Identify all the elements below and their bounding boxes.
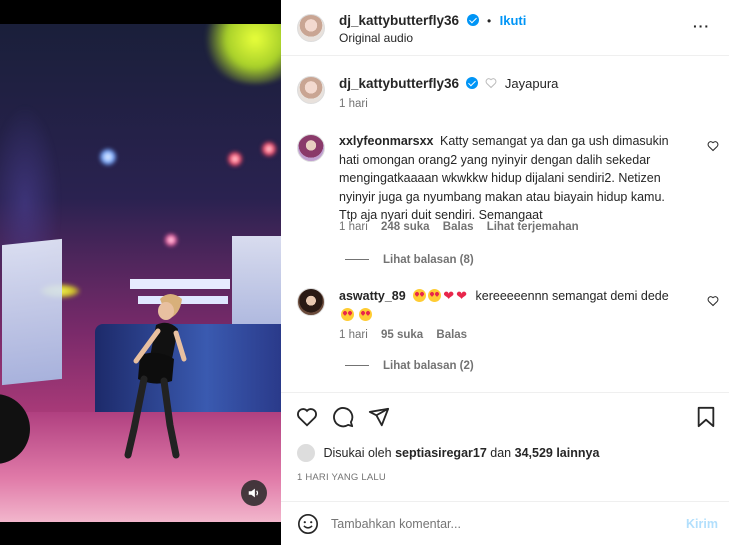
reply-button[interactable]: Balas — [436, 329, 467, 341]
comment-likes[interactable]: 248 suka — [381, 221, 430, 233]
caption-time: 1 hari — [339, 98, 368, 110]
verified-badge-icon — [465, 77, 478, 89]
heart-eyes-emoji-icon — [428, 289, 442, 302]
comment-username[interactable]: xxlyfeonmarsxx — [339, 134, 434, 148]
post-side-panel: dj_kattybutterfly36 • Ikuti Original aud… — [281, 0, 729, 545]
stage-light — [165, 234, 177, 246]
view-replies-link[interactable]: Lihat balasan (2) — [345, 360, 474, 372]
commenter-avatar[interactable] — [297, 134, 325, 162]
author-username[interactable]: dj_kattybutterfly36 — [339, 13, 459, 28]
red-heart-emoji-icon: ❤ — [443, 288, 455, 303]
heart-eyes-emoji-icon — [413, 289, 427, 302]
liker-avatar[interactable] — [297, 444, 315, 462]
commenter-avatar[interactable] — [297, 288, 325, 316]
stage-light — [262, 142, 276, 156]
separator-dot: • — [486, 14, 492, 28]
emoji-group: ❤ ❤ — [413, 288, 472, 303]
caption-block: dj_kattybutterfly36 Jayapura 1 hari — [281, 56, 729, 118]
stage-light — [200, 24, 281, 84]
liker-username[interactable]: septiasiregar17 — [395, 446, 487, 460]
stage-light — [228, 152, 242, 166]
view-replies-label: Lihat balasan (8) — [383, 254, 474, 266]
led-bar — [130, 279, 230, 289]
heart-outline-icon — [485, 78, 497, 89]
speaker-icon — [248, 488, 259, 498]
comment-time: 1 hari — [339, 221, 368, 233]
view-replies-link[interactable]: Lihat balasan (8) — [345, 254, 474, 266]
caption-avatar[interactable] — [297, 76, 325, 104]
like-comment-icon[interactable] — [707, 140, 719, 152]
dancer-figure — [124, 294, 187, 459]
likes-prefix: Disukai oleh — [323, 446, 392, 460]
instagram-post-modal: dj_kattybutterfly36 • Ikuti Original aud… — [0, 0, 729, 545]
reply-button[interactable]: Balas — [443, 221, 474, 233]
comment-input[interactable] — [331, 514, 671, 534]
heart-eyes-emoji-icon — [359, 307, 373, 321]
likes-summary: Disukai oleh septiasiregar17 dan 34,529 … — [297, 444, 599, 462]
author-avatar[interactable] — [297, 14, 325, 42]
divider-line — [345, 259, 369, 261]
more-options-icon[interactable]: ··· — [693, 18, 710, 34]
follow-button[interactable]: Ikuti — [500, 13, 527, 28]
red-heart-emoji-icon: ❤ — [456, 288, 468, 303]
caption-username[interactable]: dj_kattybutterfly36 — [339, 76, 459, 91]
view-replies-label: Lihat balasan (2) — [383, 360, 474, 372]
comment-username[interactable]: aswatty_89 — [339, 289, 406, 303]
led-screen-left — [2, 238, 62, 386]
likes-count[interactable]: 34,529 lainnya — [515, 446, 600, 460]
translate-link[interactable]: Lihat terjemahan — [487, 221, 579, 233]
location-link[interactable]: Jayapura — [505, 76, 558, 91]
comment-item: aswatty_89 ❤ ❤ kereeeeennn semangat demi … — [281, 284, 729, 384]
comment-time: 1 hari — [339, 329, 368, 341]
comment-likes[interactable]: 95 suka — [381, 329, 423, 341]
comment-item: xxlyfeonmarsxx Katty semangat ya dan ga … — [281, 128, 729, 268]
like-comment-icon[interactable] — [707, 295, 719, 307]
heart-eyes-emoji-icon — [341, 307, 354, 321]
send-button[interactable]: Kirim — [686, 517, 718, 531]
post-header: dj_kattybutterfly36 • Ikuti Original aud… — [281, 0, 729, 56]
likes-middle: dan — [490, 446, 512, 460]
video-player[interactable] — [0, 0, 281, 545]
post-timestamp: 1 HARI YANG LALU — [297, 472, 386, 483]
verified-badge-icon — [466, 14, 479, 26]
video-frame[interactable] — [0, 24, 281, 522]
audio-link[interactable]: Original audio — [339, 31, 413, 45]
stage-light — [100, 149, 116, 165]
share-icon[interactable] — [368, 406, 390, 428]
bookmark-icon[interactable] — [696, 406, 716, 428]
comment-icon[interactable] — [332, 406, 354, 428]
divider-line — [345, 365, 369, 367]
like-icon[interactable] — [296, 406, 318, 428]
comment-composer: Kirim — [281, 501, 729, 545]
comment-text: kereeeeennn semangat demi dede — [475, 289, 669, 303]
mute-button[interactable] — [241, 480, 267, 506]
emoji-icon[interactable] — [297, 513, 319, 535]
